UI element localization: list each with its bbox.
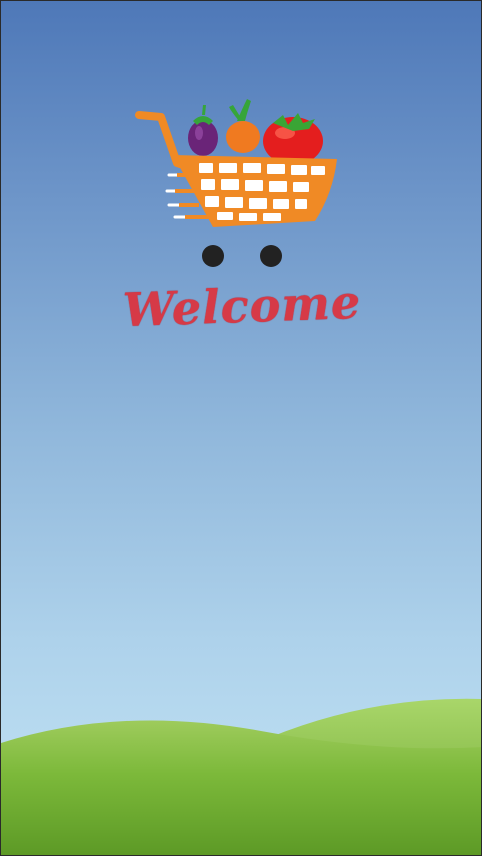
splash-screen: Welcome [0,0,482,856]
shopping-cart-logo-icon [135,99,337,267]
green-hills-background [1,698,481,855]
welcome-title: Welcome [121,274,363,338]
